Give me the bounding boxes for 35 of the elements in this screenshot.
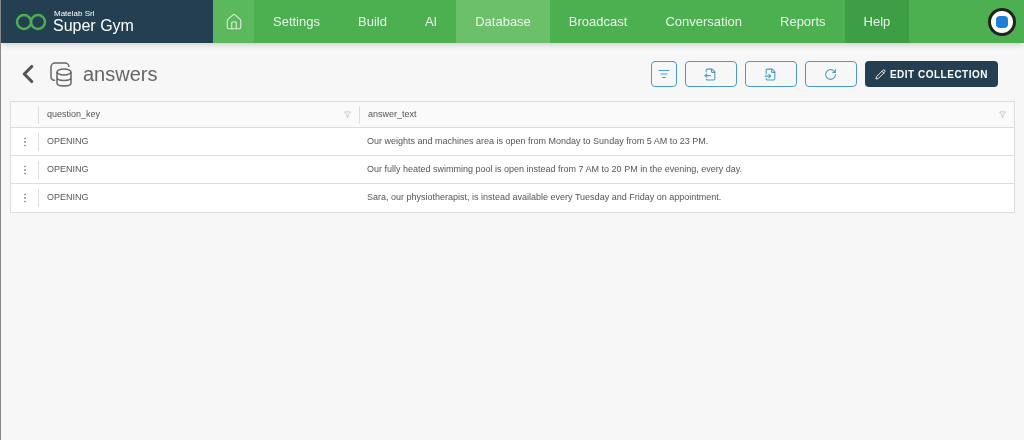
nav-tab[interactable]: Database (456, 0, 550, 43)
nav-tab[interactable]: Conversation (646, 0, 761, 43)
table-cell-text: Our weights and machines area is open from Monday to Sunday from 5 AM to 23 PM. (367, 134, 709, 148)
pencil-icon (874, 68, 886, 80)
nav-tab[interactable]: Build (339, 0, 406, 43)
table-cell: OPENING (47, 191, 89, 205)
nav-tab[interactable]: AI (405, 0, 457, 43)
column-header[interactable]: answer_text (368, 107, 999, 122)
home-icon (224, 12, 243, 31)
refresh-button[interactable] (804, 61, 857, 87)
user-avatar[interactable] (988, 7, 1016, 36)
table-cell: Sara, our physiotherapist, is instead available every Tuesday and Friday on appointment. (367, 191, 722, 205)
filter-icon[interactable] (344, 111, 351, 118)
filter-icon (657, 68, 670, 80)
refresh-icon (824, 67, 838, 81)
infinity-logo-icon (15, 12, 47, 31)
filter-button[interactable] (650, 61, 677, 87)
filter-icon[interactable] (999, 111, 1006, 118)
table-cell-text: Our fully heated swimming pool is open instead from 7 AM to 20 PM in the evening, every day. (367, 162, 743, 176)
nav-tab[interactable]: Broadcast (549, 0, 647, 43)
home-tab[interactable] (213, 0, 254, 43)
collection-title: answers (83, 62, 158, 87)
nav-tab[interactable]: Reports (761, 0, 845, 43)
column-header[interactable]: question_key (47, 107, 344, 122)
import-button[interactable] (744, 61, 797, 87)
company-name: Matelab Srl (54, 9, 96, 18)
export-button[interactable] (684, 61, 737, 87)
export-icon (704, 67, 718, 81)
nav-tab[interactable]: Settings (254, 0, 339, 43)
nav-tab[interactable]: Help (844, 0, 910, 43)
import-icon (764, 67, 778, 81)
app-name: Super Gym (53, 17, 134, 34)
table-cell-text: OPENING (47, 162, 89, 176)
table-cell-text: OPENING (47, 134, 89, 148)
edit-collection-button[interactable]: EDIT COLLECTION (864, 61, 998, 87)
